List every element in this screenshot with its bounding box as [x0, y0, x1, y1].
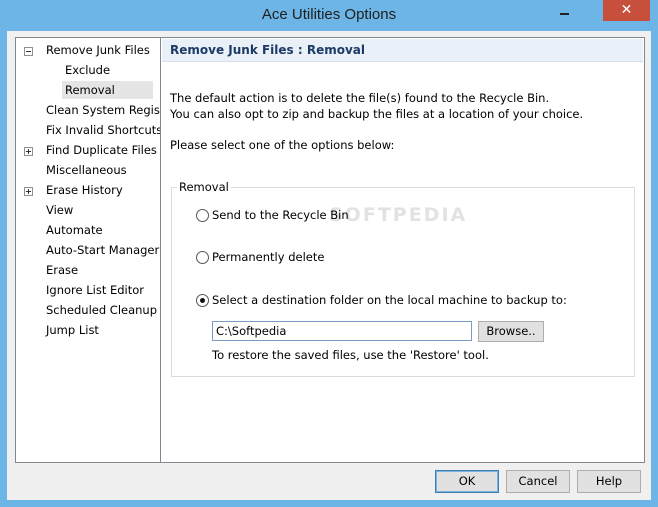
browse-button[interactable]: Browse.. — [478, 321, 544, 342]
title-bar[interactable]: Ace Utilities Options ✕ — [0, 0, 658, 31]
tree-item-jump-list[interactable]: Jump List — [43, 321, 102, 339]
tree-item-erase-history[interactable]: Erase History — [43, 181, 126, 199]
options-window: Ace Utilities Options ✕ Remove Junk File… — [0, 0, 658, 507]
radio-button-checked[interactable] — [196, 294, 209, 307]
tree-item-ignore-list-editor[interactable]: Ignore List Editor — [43, 281, 147, 299]
dialog-body: Remove Junk Files Exclude Removal Clean … — [7, 31, 651, 500]
tree-item-exclude[interactable]: Exclude — [62, 61, 113, 79]
minimize-button[interactable] — [551, 1, 577, 21]
options-prompt: Please select one of the options below: — [170, 138, 395, 152]
radio-button[interactable] — [196, 209, 209, 222]
description-line: The default action is to delete the file… — [170, 91, 550, 105]
expand-icon[interactable] — [24, 187, 33, 196]
expand-icon[interactable] — [24, 147, 33, 156]
close-button[interactable]: ✕ — [603, 0, 650, 21]
close-icon: ✕ — [620, 2, 633, 18]
panel-header: Remove Junk Files : Removal — [162, 39, 643, 62]
tree-item-fix-invalid-shortcuts[interactable]: Fix Invalid Shortcuts — [43, 121, 165, 139]
group-label: Removal — [177, 180, 231, 194]
tree-item-erase[interactable]: Erase — [43, 261, 81, 279]
ok-button[interactable]: OK — [435, 470, 499, 493]
description-line: You can also opt to zip and backup the f… — [170, 107, 584, 121]
tree-item-removal[interactable]: Removal — [62, 81, 153, 99]
option-label: Select a destination folder on the local… — [212, 293, 567, 307]
collapse-icon[interactable] — [24, 47, 33, 56]
options-tree[interactable]: Remove Junk Files Exclude Removal Clean … — [15, 37, 176, 463]
option-label: Send to the Recycle Bin — [212, 208, 349, 222]
option-label: Permanently delete — [212, 250, 325, 264]
description: The default action is to delete the file… — [170, 90, 583, 122]
tree-item-miscellaneous[interactable]: Miscellaneous — [43, 161, 130, 179]
tree-item-remove-junk-files[interactable]: Remove Junk Files — [43, 41, 153, 59]
settings-panel: Remove Junk Files : Removal The default … — [160, 37, 645, 463]
tree-item-scheduled-cleanup[interactable]: Scheduled Cleanup — [43, 301, 160, 319]
tree-item-view[interactable]: View — [43, 201, 76, 219]
radio-button[interactable] — [196, 251, 209, 264]
backup-path-input[interactable] — [212, 321, 472, 341]
cancel-button[interactable]: Cancel — [506, 470, 570, 493]
tree-item-auto-start-manager[interactable]: Auto-Start Manager — [43, 241, 162, 259]
tree-item-find-duplicate-files[interactable]: Find Duplicate Files — [43, 141, 160, 159]
tree-item-automate[interactable]: Automate — [43, 221, 106, 239]
help-button[interactable]: Help — [577, 470, 641, 493]
tree-item-clean-system-registry[interactable]: Clean System Registry — [43, 101, 179, 119]
minimize-icon — [560, 13, 569, 15]
restore-hint: To restore the saved files, use the 'Res… — [212, 348, 489, 362]
panel-title: Remove Junk Files : Removal — [170, 43, 365, 57]
